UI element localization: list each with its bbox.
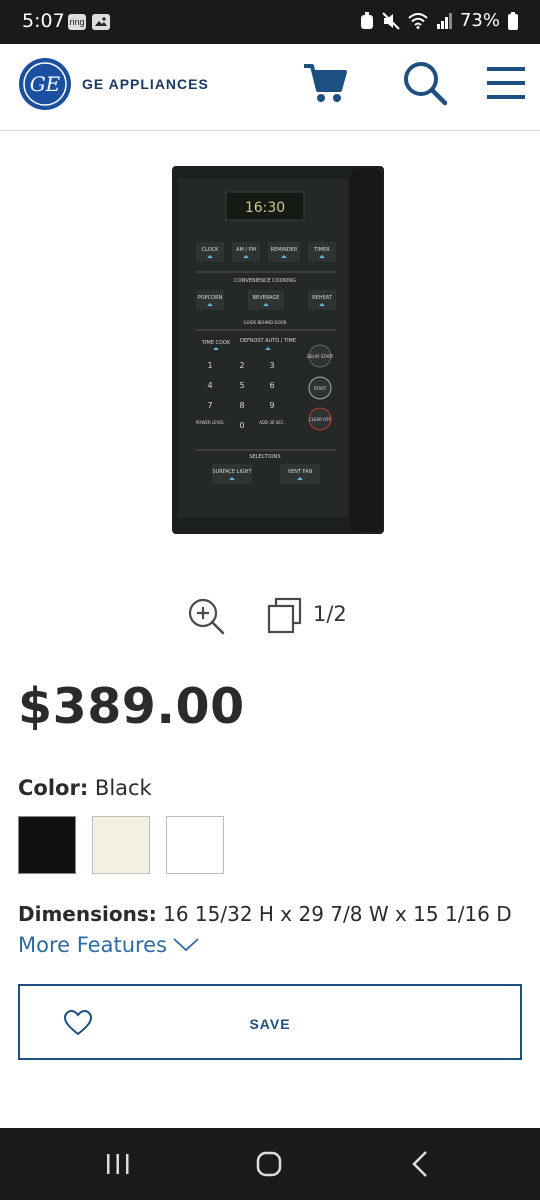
- surface-light-label: SURFACE LIGHT: [212, 469, 252, 475]
- key-6: 6: [269, 381, 274, 390]
- dimensions-value: 16 15/32 H x 29 7/8 W x 15 1/16 D: [163, 902, 512, 926]
- key-3: 3: [269, 361, 274, 370]
- gallery-button[interactable]: [266, 596, 306, 636]
- site-header: GE GE APPLIANCES: [0, 44, 540, 131]
- clear-off-label: CLEAR OFF: [309, 417, 332, 422]
- chevron-down-icon: [173, 938, 199, 952]
- convenience-cooking-label: CONVENIENCE COOKING: [234, 278, 296, 284]
- popcorn-key-label: POPCORN: [198, 295, 223, 301]
- brand-name[interactable]: GE APPLIANCES: [82, 76, 209, 92]
- defrost-label: DEFROST AUTO / TIME: [240, 338, 296, 344]
- zoom-in-icon: [188, 598, 225, 635]
- power-level-label: POWER LEVEL: [196, 420, 225, 425]
- zoom-button[interactable]: [186, 596, 226, 636]
- alarm-icon: [360, 11, 373, 29]
- ampm-key-label: AM / PM: [236, 247, 256, 253]
- product-image[interactable]: 16:30 CLOCK AM / PM REMINDER TIMER CONVE…: [172, 166, 384, 534]
- status-time: 5:07: [22, 10, 65, 32]
- swatch-black[interactable]: [18, 816, 76, 874]
- key-2: 2: [239, 361, 244, 370]
- battery-icon: [508, 11, 518, 30]
- wifi-icon: [408, 12, 428, 29]
- svg-text:GE: GE: [30, 72, 61, 96]
- guide-behind-door-label: GUIDE BEHIND DOOR: [243, 320, 286, 325]
- search-icon: [404, 62, 448, 106]
- key-7: 7: [207, 401, 212, 410]
- ge-logo[interactable]: GE: [19, 58, 71, 110]
- dimensions-label: Dimensions:: [18, 902, 157, 926]
- key-9: 9: [269, 401, 274, 410]
- save-label: SAVE: [249, 1016, 291, 1032]
- recent-apps-icon: [107, 1154, 129, 1174]
- product-price: $389.00: [18, 678, 245, 735]
- add-30-sec-label: ADD 30 SEC.: [259, 420, 285, 425]
- reminder-key-label: REMINDER: [271, 247, 298, 253]
- dimensions: Dimensions: 16 15/32 H x 29 7/8 W x 15 1…: [18, 902, 512, 926]
- ring-notification-icon: ring: [68, 14, 86, 30]
- color-selection: Color: Black: [18, 776, 152, 800]
- key-1: 1: [207, 361, 212, 370]
- panel-display-time: 16:30: [245, 200, 285, 216]
- reheat-key-label: REHEAT: [312, 295, 333, 301]
- cart-button[interactable]: [300, 58, 350, 108]
- swatch-bisque[interactable]: [92, 816, 150, 874]
- signal-icon: [436, 12, 452, 29]
- key-8: 8: [239, 401, 244, 410]
- time-cook-label: TIME COOK: [201, 340, 231, 346]
- status-right-group: 73%: [360, 10, 518, 31]
- back-button[interactable]: [390, 1146, 450, 1182]
- menu-button[interactable]: [481, 58, 531, 108]
- start-label: START: [314, 386, 327, 391]
- gallery-icon: [267, 597, 302, 634]
- image-counter: 1/2: [313, 602, 347, 626]
- color-label: Color:: [18, 776, 89, 800]
- cart-icon: [304, 64, 347, 102]
- android-nav-bar: [0, 1128, 540, 1200]
- recent-apps-button[interactable]: [88, 1146, 148, 1182]
- more-features-label: More Features: [18, 933, 168, 957]
- status-bar: 5:07 ring 73%: [0, 0, 540, 44]
- back-icon: [412, 1151, 427, 1177]
- delay-start-label: DELAY START: [307, 354, 334, 359]
- key-4: 4: [207, 381, 212, 390]
- swatch-white[interactable]: [166, 816, 224, 874]
- vent-fan-label: VENT FAN: [288, 469, 313, 475]
- clock-key-label: CLOCK: [202, 247, 220, 253]
- more-features-link[interactable]: More Features: [18, 933, 199, 957]
- home-icon: [256, 1151, 282, 1177]
- gallery-notification-icon: [92, 14, 110, 30]
- selections-label: SELECTIONS: [249, 454, 280, 460]
- color-value: Black: [94, 776, 152, 800]
- key-0: 0: [239, 421, 244, 430]
- battery-percent: 73%: [459, 10, 500, 31]
- search-button[interactable]: [400, 58, 450, 108]
- timer-key-label: TIMER: [313, 247, 330, 253]
- home-button[interactable]: [239, 1146, 299, 1182]
- beverage-key-label: BEVERAGE: [253, 295, 280, 301]
- save-button[interactable]: SAVE: [18, 984, 522, 1060]
- gallery-tools: 1/2: [0, 596, 540, 636]
- mute-icon: [382, 11, 400, 30]
- menu-icon: [487, 67, 525, 99]
- key-5: 5: [239, 381, 244, 390]
